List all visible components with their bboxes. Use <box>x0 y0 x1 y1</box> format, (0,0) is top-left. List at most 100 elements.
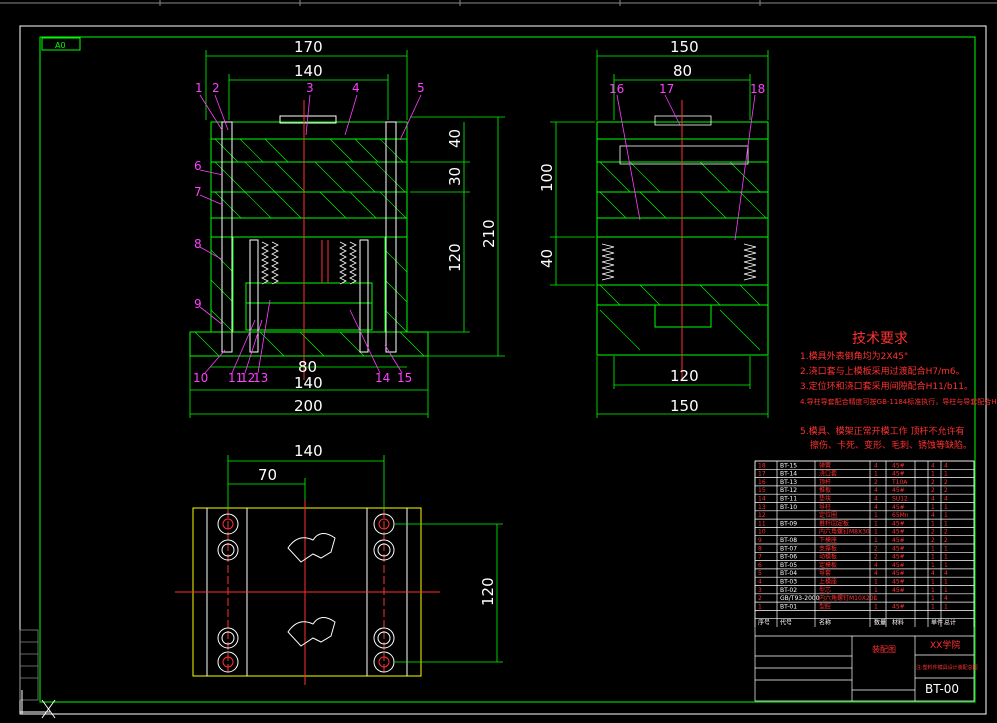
bom-cell-r14-c6: 1 <box>944 579 948 586</box>
bom-cell-r15-c3: 1 <box>874 587 878 594</box>
bom-cell-r15-c1: BT-02 <box>780 587 797 594</box>
dim-front-170: 170 <box>294 38 323 56</box>
bom-cell-r8-c6: 2 <box>944 529 948 536</box>
bom-cell-r14-c0: 4 <box>758 579 762 586</box>
bom-cell-r16-c1: GB/T93-2000 <box>780 595 820 602</box>
side-palette[interactable] <box>19 629 39 701</box>
bom-cell-r13-c0: 5 <box>758 570 762 577</box>
side-view <box>550 50 769 418</box>
callout-6: 6 <box>194 159 202 173</box>
callout-5: 5 <box>417 81 425 95</box>
bom-cell-r17-c5: 1 <box>931 603 935 610</box>
bom-cell-r0-c6: 4 <box>944 462 948 469</box>
bom-cell-r16-c5: 1 <box>931 595 935 602</box>
bom-cell-r7-c3: 1 <box>874 520 878 527</box>
bom-cell-r1-c0: 17 <box>758 471 766 478</box>
bom-cell-r17-c1: BT-01 <box>780 603 797 610</box>
bom-cell-r17-c6: 1 <box>944 603 948 610</box>
bom-cell-r13-c6: 4 <box>944 570 948 577</box>
bom-cell-r14-c2: 上模座 <box>819 578 837 586</box>
bom-cell-r1-c1: BT-14 <box>780 471 797 478</box>
callout-15: 15 <box>397 371 412 385</box>
bom-cell-rh-c3: 数量 <box>874 619 886 627</box>
callout-8: 8 <box>194 237 202 251</box>
bom-cell-r14-c5: 1 <box>931 579 935 586</box>
bom-cell-r7-c5: 1 <box>931 520 935 527</box>
bom-cell-r10-c0: 8 <box>758 545 762 552</box>
tech-req-6: 擦伤、卡死、变形、毛刺、锈蚀等缺陷。 <box>810 439 972 451</box>
bom-cell-r3-c6: 2 <box>944 487 948 494</box>
bom-cell-r3-c4: 45# <box>892 487 905 494</box>
bom-cell-r2-c1: BT-13 <box>780 479 797 486</box>
bom-cell-r10-c2: 支撑板 <box>819 544 837 552</box>
bom-cell-r13-c1: BT-04 <box>780 570 797 577</box>
bom-cell-r3-c0: 15 <box>758 487 766 494</box>
bom-cell-r16-c2: 内六角螺钉M10X20L <box>819 594 878 602</box>
bom-cell-r3-c5: 2 <box>931 487 935 494</box>
bom-cell-r16-c0: 2 <box>758 595 762 602</box>
bom-cell-r16-c6: 4 <box>944 595 948 602</box>
bom-cell-r17-c2: 型腔 <box>819 602 831 610</box>
bom-cell-r11-c3: 2 <box>874 554 878 561</box>
bom-cell-r5-c3: 4 <box>874 504 878 511</box>
bom-cell-r8-c0: 10 <box>758 529 766 536</box>
callout-4: 4 <box>352 81 360 95</box>
bom-cell-r17-c4: 45# <box>892 603 905 610</box>
bom-cell-r0-c0: 18 <box>758 462 766 469</box>
bom-cell-r5-c1: BT-10 <box>780 504 797 511</box>
bom-cell-r0-c1: BT-15 <box>780 462 797 469</box>
bom-cell-rh-c5: 单件 <box>931 619 943 627</box>
bom-cell-r11-c2: 动模板 <box>819 553 837 561</box>
bom-cell-r2-c5: 2 <box>931 479 935 486</box>
bom-cell-r8-c2: 内六角螺钉M8X30 <box>819 528 870 536</box>
bom-cell-r2-c4: T10A <box>891 479 908 486</box>
bom-cell-rh-c4: 材料 <box>892 619 904 627</box>
bom-cell-r13-c2: 导套 <box>819 569 831 577</box>
bom-cell-r14-c4: 45# <box>892 579 905 586</box>
bom-cell-r12-c3: 4 <box>874 562 878 569</box>
school-label: XX学院 <box>930 639 960 651</box>
bom-cell-r9-c3: 1 <box>874 537 878 544</box>
bom-cell-r15-c6: 1 <box>944 587 948 594</box>
bom-cell-r1-c4: 45# <box>892 471 905 478</box>
bom-cell-r12-c4: 45# <box>892 562 905 569</box>
tech-req-5: 5.模具、模架正常开模工作 顶杆不允许有 <box>800 425 964 437</box>
tech-req-4: 4.导柱导套配合精度可按GB-1184标准执行，导柱与导套配合H7/f7。 <box>800 397 997 406</box>
dim-front-40: 40 <box>446 129 464 148</box>
bom-cell-r9-c5: 2 <box>931 537 935 544</box>
cad-drawing-canvas[interactable]: A0 170 140 40 30 120 210 80 140 200 1 2 … <box>0 0 997 723</box>
bom-cell-rh-c2: 名称 <box>819 619 831 627</box>
bom-cell-r11-c5: 1 <box>931 554 935 561</box>
bom-cell-r6-c2: 定位圈 <box>819 511 837 519</box>
bom-cell-r9-c6: 2 <box>944 537 948 544</box>
bom-cell-r15-c4: 45# <box>892 587 905 594</box>
bom-cell-r15-c5: 1 <box>931 587 935 594</box>
callout-7: 7 <box>194 185 202 199</box>
bom-cell-r7-c6: 1 <box>944 520 948 527</box>
dim-plan-120: 120 <box>479 577 497 606</box>
bom-cell-r10-c4: 45# <box>892 545 905 552</box>
bom-cell-r12-c0: 6 <box>758 562 762 569</box>
callout-3: 3 <box>306 81 314 95</box>
bom-cell-r10-c1: BT-07 <box>780 545 797 552</box>
dim-front-120: 120 <box>446 243 464 272</box>
bom-cell-r4-c2: 垫块 <box>819 495 831 503</box>
dim-front-30: 30 <box>446 167 464 186</box>
callout-9: 9 <box>194 297 202 311</box>
bom-cell-r1-c6: 1 <box>944 471 948 478</box>
bom-cell-r1-c5: 1 <box>931 471 935 478</box>
dim-front-210: 210 <box>480 219 498 248</box>
title-block-note: 注:塑料件模具设计装配总图 <box>916 664 978 671</box>
bom-cell-r12-c2: 定模板 <box>819 561 837 569</box>
dim-side-80: 80 <box>673 62 692 80</box>
bom-cell-r8-c3: 1 <box>874 529 878 536</box>
dim-front-bottom-140: 140 <box>294 374 323 392</box>
bom-cell-r1-c2: 浇口套 <box>819 470 837 478</box>
dim-front-140: 140 <box>294 62 323 80</box>
bom-cell-r7-c0: 11 <box>758 520 766 527</box>
plan-view <box>175 455 503 685</box>
bom-cell-r6-c0: 12 <box>758 512 766 519</box>
tech-req-3: 3.定位环和浇口套采用间隙配合H11/b11。 <box>800 380 973 392</box>
bom-cell-r5-c2: 导柱 <box>819 503 831 511</box>
dim-plan-70: 70 <box>258 466 277 484</box>
